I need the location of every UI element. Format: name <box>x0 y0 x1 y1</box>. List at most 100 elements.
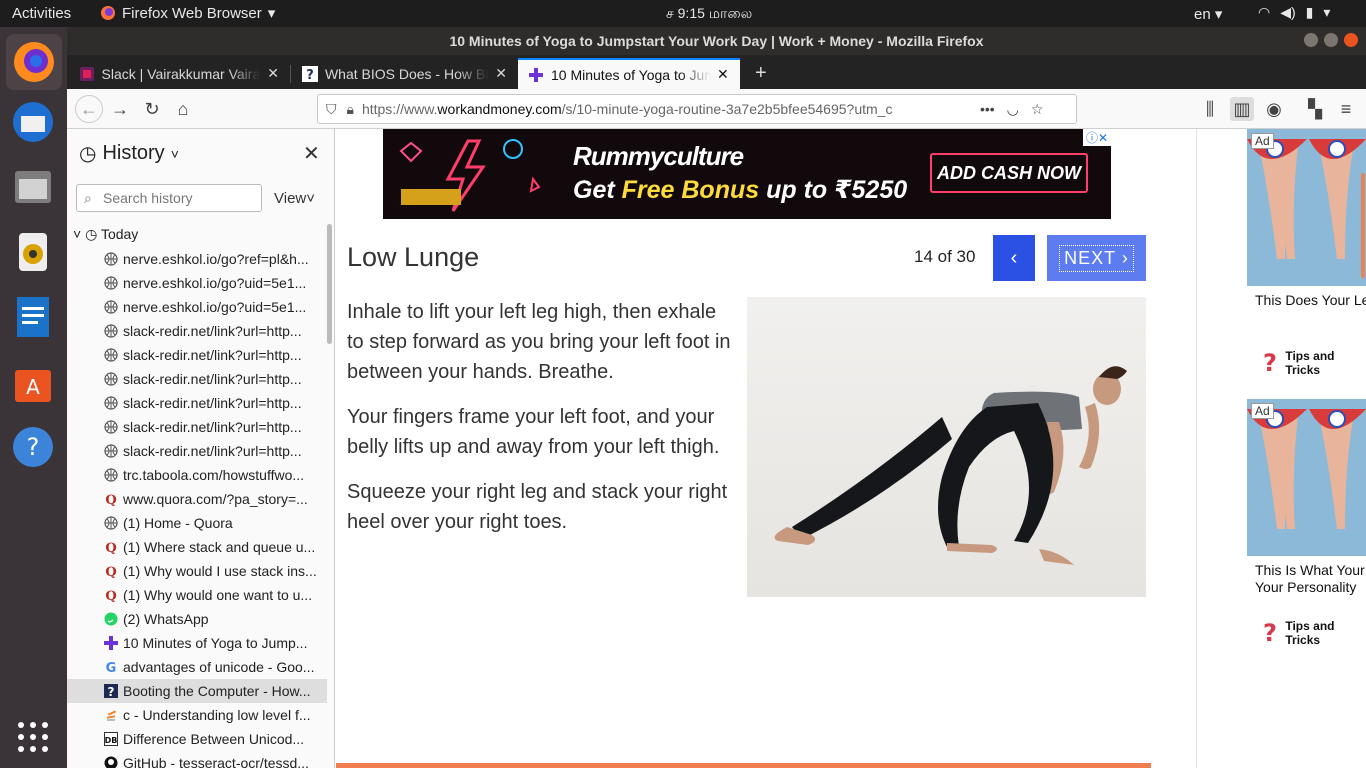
close-icon[interactable]: ✕ <box>267 65 279 82</box>
history-item[interactable]: Q (1) Why would I use stack ins... <box>67 559 327 583</box>
keyboard-language[interactable]: en ▾ <box>1194 5 1222 23</box>
history-item[interactable]: Q (1) Where stack and queue u... <box>67 535 327 559</box>
minimize-button[interactable] <box>1304 33 1318 47</box>
writer-launcher[interactable] <box>10 294 56 340</box>
close-window-button[interactable] <box>1344 33 1358 47</box>
plus-icon <box>103 635 119 651</box>
history-item[interactable]: 10 Minutes of Yoga to Jump... <box>67 631 327 655</box>
tab-yoga[interactable]: 10 Minutes of Yoga to Jumpstart ✕ <box>518 58 740 89</box>
history-item[interactable]: Q (1) Why would one want to u... <box>67 583 327 607</box>
svg-text:Q: Q <box>105 493 116 506</box>
side-ad-image[interactable]: Ad <box>1247 129 1366 286</box>
history-item[interactable]: slack-redir.net/link?url=http... <box>67 319 327 343</box>
history-item-label: slack-redir.net/link?url=http... <box>123 323 302 339</box>
search-history-input[interactable]: ⌕ Search history <box>76 184 262 212</box>
reading-progress-bar <box>336 763 1151 768</box>
ad-banner[interactable]: Rummyculture Get Free Bonus up to ₹5250 … <box>383 129 1111 219</box>
history-item[interactable]: nerve.eshkol.io/go?uid=5e1... <box>67 271 327 295</box>
firefox-launcher[interactable] <box>6 34 62 90</box>
account-button[interactable]: ◉ <box>1262 97 1286 121</box>
reload-button[interactable]: ↻ <box>140 97 164 121</box>
bookmark-star-icon[interactable]: ☆ <box>1031 101 1044 118</box>
svg-text:?: ? <box>27 433 40 461</box>
page-scrollbar[interactable] <box>1361 173 1365 278</box>
next-slide-button[interactable]: NEXT › <box>1047 235 1146 281</box>
prev-slide-button[interactable]: ‹ <box>993 235 1035 281</box>
menu-button[interactable]: ≡ <box>1334 97 1358 121</box>
history-item[interactable]: Qwww.quora.com/?pa_story=... <box>67 487 327 511</box>
howstuffworks-icon: ? <box>302 65 318 82</box>
sidebar-toggle-button[interactable]: ▥ <box>1230 97 1254 121</box>
software-launcher[interactable]: A <box>10 359 56 405</box>
history-item[interactable]: slack-redir.net/link?url=http... <box>67 367 327 391</box>
history-item[interactable]: ? Booting the Computer - How... <box>67 679 327 703</box>
window-titlebar[interactable]: 10 Minutes of Yoga to Jumpstart Your Wor… <box>67 27 1366 55</box>
globe-icon <box>103 347 119 363</box>
dock: A ? <box>0 27 67 768</box>
tips-logo-icon: ? <box>1263 349 1277 377</box>
back-button[interactable]: ← <box>75 95 103 123</box>
globe-icon <box>103 515 119 531</box>
close-icon[interactable]: ✕ <box>717 66 729 83</box>
page-actions-icon[interactable]: ••• <box>980 101 995 117</box>
library-button[interactable]: ⫼ <box>1198 97 1222 121</box>
history-item[interactable]: trc.taboola.com/howstuffwo... <box>67 463 327 487</box>
neon-decoration-icon <box>399 139 541 212</box>
files-launcher[interactable] <box>10 164 56 210</box>
history-item[interactable]: nerve.eshkol.io/go?ref=pl&h... <box>67 247 327 271</box>
history-item[interactable]: slack-redir.net/link?url=http... <box>67 343 327 367</box>
history-item[interactable]: slack-redir.net/link?url=http... <box>67 439 327 463</box>
language-label: en <box>1194 6 1211 23</box>
tab-bios[interactable]: ? What BIOS Does - How BIOS Works ✕ <box>292 58 517 89</box>
tab-slack[interactable]: Slack | Vairakkumar Vairamani ✕ <box>69 58 289 89</box>
view-menu-button[interactable]: View˅ <box>274 190 315 207</box>
arrow-right-icon: → <box>111 98 129 119</box>
ad-label: Ad <box>1251 133 1274 149</box>
side-ad-caption[interactable]: This Does Your Leg <box>1255 292 1366 309</box>
maximize-button[interactable] <box>1324 33 1338 47</box>
stackoverflow-icon <box>103 707 119 723</box>
globe-icon <box>103 467 119 483</box>
close-icon[interactable]: ✕ <box>495 65 507 82</box>
help-launcher[interactable]: ? <box>10 424 56 470</box>
close-sidebar-button[interactable]: ✕ <box>303 141 320 166</box>
sidebar-scrollbar[interactable] <box>327 224 332 344</box>
ad-cta-button[interactable]: ADD CASH NOW <box>930 153 1088 193</box>
history-item[interactable]: nerve.eshkol.io/go?uid=5e1... <box>67 295 327 319</box>
history-item[interactable]: slack-redir.net/link?url=http... <box>67 391 327 415</box>
history-item[interactable]: GitHub - tesseract-ocr/tessd... <box>67 751 327 768</box>
wifi-icon: ◠ <box>1258 4 1271 20</box>
url-bar[interactable]: ⛉ 🔒︎ https://www.workandmoney.com/s/10-m… <box>317 94 1077 124</box>
history-group-today[interactable]: ˅ ◷ Today <box>73 226 138 243</box>
pocket-icon[interactable]: ◡ <box>1007 101 1019 118</box>
account-icon: ◉ <box>1266 98 1282 119</box>
extensions-button[interactable]: ▚ <box>1303 97 1327 121</box>
history-item[interactable]: DB Difference Between Unicod... <box>67 727 327 751</box>
side-ad-image[interactable]: Ad <box>1247 399 1366 556</box>
sidebar-switcher[interactable]: ◷ History ˅ <box>79 141 179 166</box>
side-ad-caption[interactable]: This Is What Your Your Personality <box>1255 562 1365 596</box>
clock-icon: ◷ <box>79 143 97 165</box>
app-menu[interactable]: Firefox Web Browser ▾ <box>100 4 275 22</box>
history-item[interactable]: slack-redir.net/link?url=http... <box>67 415 327 439</box>
system-tray[interactable]: ◠ ◀) ▮ ▾ <box>1258 4 1330 21</box>
history-item[interactable]: (2) WhatsApp <box>67 607 327 631</box>
svg-text:Q: Q <box>105 589 116 602</box>
forward-button[interactable]: → <box>108 97 132 121</box>
new-tab-button[interactable]: + <box>745 58 775 89</box>
history-item[interactable]: c - Understanding low level f... <box>67 703 327 727</box>
history-item[interactable]: Gadvantages of unicode - Goo... <box>67 655 327 679</box>
rhythmbox-launcher[interactable] <box>10 229 56 275</box>
side-ad-source[interactable]: ? Tips and Tricks <box>1259 349 1366 377</box>
clock[interactable]: ச 9:15 மாலை <box>666 5 752 24</box>
thunderbird-launcher[interactable] <box>10 99 56 145</box>
tips-logo-icon: ? <box>1263 619 1277 647</box>
side-ad-source[interactable]: ? Tips and Tricks <box>1259 619 1366 647</box>
history-item[interactable]: (1) Home - Quora <box>67 511 327 535</box>
show-apps-button[interactable] <box>10 714 56 760</box>
adchoices-icon[interactable]: ⓘ✕ <box>1082 129 1111 146</box>
svg-text:?: ? <box>1263 349 1277 377</box>
activities-button[interactable]: Activities <box>12 5 71 22</box>
sidebar-icon: ▥ <box>1233 98 1251 119</box>
home-button[interactable]: ⌂ <box>171 97 195 121</box>
